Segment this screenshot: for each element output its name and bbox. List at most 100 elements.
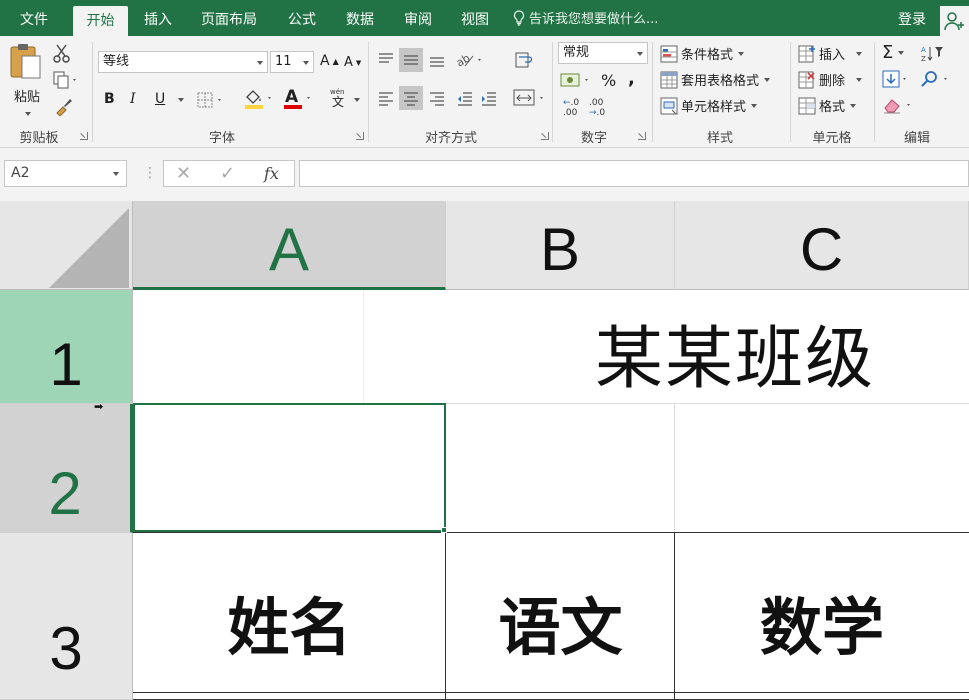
find-select-button[interactable] (920, 69, 954, 93)
enter-icon[interactable]: ✓ (220, 161, 235, 186)
login-link[interactable]: 登录 (898, 0, 926, 36)
shrink-font-button[interactable]: A ▼ (344, 55, 361, 70)
align-left-button[interactable] (376, 88, 396, 112)
tab-home[interactable]: 开始 (73, 6, 128, 36)
tab-insert[interactable]: 插入 (138, 0, 178, 36)
align-bottom-icon (430, 57, 444, 67)
format-as-table-button[interactable]: 套用表格格式 (660, 70, 771, 89)
align-middle-button[interactable] (399, 48, 423, 72)
font-color-button[interactable]: A (282, 87, 314, 114)
chevron-down-icon (856, 77, 863, 82)
font-launcher-icon[interactable] (356, 132, 364, 140)
decrease-indent-button[interactable] (455, 88, 475, 112)
borders-button[interactable] (197, 91, 225, 113)
cancel-icon[interactable]: ✕ (176, 161, 191, 186)
orientation-button[interactable]: ab (454, 50, 485, 74)
format-cells-button[interactable]: 格式 (798, 96, 857, 115)
sort-filter-button[interactable]: AZ (920, 44, 950, 62)
comma-button[interactable]: , (628, 68, 635, 89)
column-header-b[interactable]: B (446, 201, 675, 290)
formula-bar: A2 ⋮ ✕ ✓ fx (0, 148, 969, 201)
alignment-launcher-icon[interactable] (541, 132, 549, 140)
svg-text:Z: Z (921, 55, 926, 62)
currency-button[interactable] (560, 70, 594, 94)
clipboard-icon (10, 44, 41, 79)
header-chinese: 语文 (498, 591, 623, 664)
insert-cells-button[interactable]: 插入 (798, 44, 863, 63)
clear-button[interactable] (882, 96, 916, 118)
decrease-decimal-top: .00 (589, 98, 604, 108)
delete-cells-button[interactable]: 删除 (798, 70, 863, 89)
chevron-down-icon[interactable] (178, 98, 184, 102)
underline-button[interactable]: U (155, 91, 165, 107)
paste-button[interactable]: 粘贴 (8, 42, 46, 122)
delete-cells-label: 删除 (819, 74, 846, 89)
insert-function-button[interactable]: fx (264, 161, 279, 186)
chevron-down-icon (113, 172, 119, 176)
paintbrush-icon (56, 99, 72, 117)
search-icon (921, 71, 947, 87)
font-color-glyph: A (285, 87, 299, 107)
formula-input[interactable] (299, 160, 969, 187)
bold-button[interactable]: B (104, 91, 115, 107)
grow-font-button[interactable]: A ▲ (320, 53, 339, 69)
font-size-combo[interactable]: 11 (270, 51, 314, 73)
percent-button[interactable]: % (601, 71, 616, 90)
tab-data[interactable]: 数据 (340, 0, 380, 36)
fill-handle[interactable] (441, 527, 447, 533)
select-all-button[interactable] (0, 201, 133, 290)
fill-color-button[interactable] (243, 88, 275, 114)
fill-down-icon (882, 70, 906, 88)
row-header-3[interactable]: 3 (0, 533, 133, 700)
font-size-value: 11 (275, 54, 292, 69)
clipboard-launcher-icon[interactable] (80, 132, 88, 140)
align-right-button[interactable] (427, 88, 447, 112)
number-format-combo[interactable]: 常规 (558, 42, 648, 64)
tab-view[interactable]: 视图 (455, 0, 495, 36)
name-box[interactable]: A2 (4, 160, 127, 187)
font-name-combo[interactable]: 等线 (98, 51, 268, 73)
number-launcher-icon[interactable] (638, 132, 646, 140)
group-label-clipboard: 剪贴板 (19, 131, 59, 146)
align-center-button[interactable] (399, 86, 423, 110)
tell-me-box[interactable]: 告诉我您想要做什么... (513, 0, 658, 36)
chevron-down-icon (850, 103, 857, 108)
tab-file[interactable]: 文件 (10, 0, 58, 36)
increase-indent-button[interactable] (479, 88, 499, 112)
chevron-down-icon (738, 51, 745, 56)
column-header-c[interactable]: C (675, 201, 969, 290)
row-header-2[interactable]: 2 (0, 404, 133, 533)
align-top-button[interactable] (376, 50, 396, 74)
italic-button[interactable]: I (130, 91, 136, 107)
number-format-value: 常规 (563, 45, 590, 60)
copy-button[interactable] (52, 70, 78, 94)
header-math: 数学 (759, 591, 884, 664)
row-header-1[interactable]: 1 (0, 290, 133, 404)
merge-center-button[interactable] (513, 88, 547, 112)
cell-c2[interactable] (675, 404, 969, 533)
ribbon: 粘贴 剪贴板 等线 11 A▲ A▼ B I U A wén 文 字体 ab (0, 36, 969, 148)
autosum-button[interactable]: Σ (882, 42, 905, 63)
conditional-format-icon (660, 45, 678, 62)
cell-a1[interactable] (133, 290, 364, 404)
fill-button[interactable] (882, 70, 910, 92)
wrap-text-button[interactable] (513, 50, 535, 76)
decrease-decimal-button[interactable]: .00 →.0 (589, 98, 605, 118)
cell-b2[interactable] (446, 404, 675, 533)
decrease-decimal-bottom: →.0 (589, 108, 606, 118)
increase-decimal-button[interactable]: ←.0 .00 (563, 98, 579, 118)
align-right-icon (430, 92, 444, 106)
format-painter-button[interactable] (54, 96, 74, 120)
conditional-format-button[interactable]: 条件格式 (660, 44, 745, 63)
chevron-down-icon (25, 112, 31, 116)
column-header-a[interactable]: A (133, 201, 446, 290)
scissors-icon (53, 44, 70, 63)
cut-button[interactable] (52, 44, 72, 68)
phonetic-button[interactable]: wén 文 (330, 88, 362, 112)
tab-review[interactable]: 审阅 (398, 0, 438, 36)
cell-styles-button[interactable]: 单元格样式 (660, 96, 758, 115)
tab-page-layout[interactable]: 页面布局 (196, 0, 262, 36)
share-button[interactable] (940, 6, 969, 36)
align-bottom-button[interactable] (427, 50, 447, 74)
tab-formulas[interactable]: 公式 (282, 0, 322, 36)
